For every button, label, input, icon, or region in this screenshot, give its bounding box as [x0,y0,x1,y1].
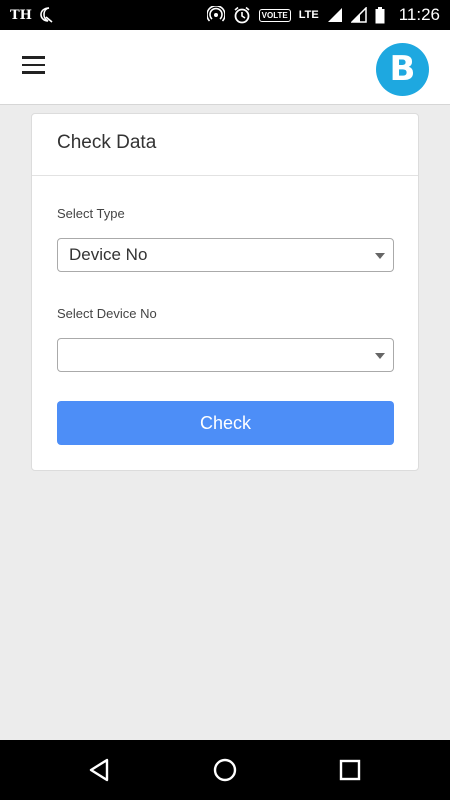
dropdown-arrow-icon [375,253,385,259]
check-button[interactable]: Check [57,401,394,445]
moon-icon [40,7,53,23]
dropdown-arrow-icon [375,353,385,359]
recents-square-icon[interactable] [336,756,364,784]
signal-icon-2 [350,7,367,23]
card-header: Check Data [32,114,418,176]
alarm-icon [234,6,250,24]
select-type-value: Device No [69,245,148,264]
navigation-bar [0,740,450,800]
select-device-label: Select Device No [57,306,157,321]
back-triangle-icon[interactable] [86,756,114,784]
status-right: VOLTE LTE 11:26 [206,5,440,25]
home-circle-icon[interactable] [211,756,239,784]
status-left: TH [10,7,54,23]
battery-icon [375,6,385,23]
hamburger-menu-icon[interactable] [22,56,48,78]
lte-label: LTE [298,9,319,21]
status-bar: TH VOLTE LTE 11:26 [0,0,450,30]
select-device-dropdown[interactable] [57,338,394,372]
select-type-label: Select Type [57,206,125,221]
app-header: B [0,30,450,105]
check-data-card: Check Data Select Type Device No Select … [31,113,419,471]
clock: 11:26 [398,5,440,24]
card-title: Check Data [57,132,157,153]
select-type-dropdown[interactable]: Device No [57,238,394,272]
app-logo: B [376,43,429,96]
carrier-label: TH [10,7,32,23]
signal-icon [327,8,342,22]
hotspot-icon [206,6,225,22]
volte-badge: VOLTE [258,8,291,22]
